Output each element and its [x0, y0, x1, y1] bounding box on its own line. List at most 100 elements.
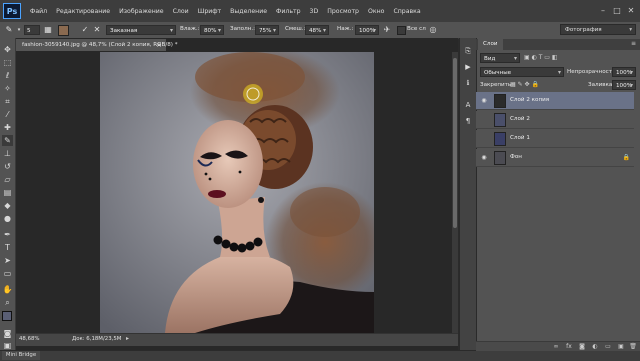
menu-3d[interactable]: 3D [310, 8, 319, 15]
document-tab[interactable]: fashion-3059140.jpg @ 48,7% (Слой 2 копи… [16, 39, 178, 51]
layer-style-icon[interactable]: fx [565, 343, 573, 350]
mixer-brush-tool-icon[interactable]: ✎ [4, 25, 14, 35]
menu-layer[interactable]: Слои [173, 8, 189, 15]
menu-filter[interactable]: Фильтр [276, 8, 300, 15]
visibility-empty-icon[interactable] [480, 135, 488, 143]
opacity-field[interactable]: 100% [612, 67, 636, 78]
marquee-tool-icon[interactable]: ⬚ [2, 57, 13, 68]
layer-thumbnail [494, 94, 506, 108]
paragraph-panel-icon[interactable]: ¶ [463, 116, 473, 126]
current-load-swatch-icon[interactable] [58, 25, 69, 36]
tool-preset-dropdown-icon[interactable]: ▾ [14, 25, 24, 35]
add-mask-icon[interactable]: ◙ [578, 343, 586, 350]
healing-brush-tool-icon[interactable]: ✚ [2, 122, 13, 133]
maximize-button[interactable]: □ [612, 6, 622, 15]
adjustment-layer-icon[interactable]: ◐ [591, 343, 599, 350]
tab-layers[interactable]: Слои [478, 39, 503, 50]
menu-edit[interactable]: Редактирование [56, 8, 110, 15]
blur-tool-icon[interactable]: ◆ [2, 200, 13, 211]
gradient-tool-icon[interactable]: ▤ [2, 187, 13, 198]
flow-field[interactable]: 100% [355, 25, 379, 36]
wet-label: Влаж.: [180, 26, 200, 32]
layers-panel-tabs: Слои ≡ [476, 39, 640, 50]
sample-all-layers-label: Все сл [407, 26, 426, 32]
mix-field[interactable]: 48% [305, 25, 329, 36]
shape-tool-icon[interactable]: ▭ [2, 268, 13, 279]
lock-options-icons[interactable]: ▦ ✎ ✥ 🔒 [510, 81, 539, 88]
menu-help[interactable]: Справка [393, 8, 420, 15]
character-panel-icon[interactable]: A [463, 100, 473, 110]
pen-tool-icon[interactable]: ✒ [2, 229, 13, 240]
foreground-color-swatch[interactable] [2, 311, 12, 321]
visibility-eye-icon[interactable]: ◉ [480, 97, 488, 105]
tools-panel: ✥ ⬚ ℓ ✧ ⌗ ⁄ ✚ ✎ ⊥ ↺ ▱ ▤ ◆ ● ✒ T ➤ ▭ ✋ ⌕ … [0, 38, 16, 350]
crop-tool-icon[interactable]: ⌗ [2, 96, 13, 107]
menu-bar: Ps Файл Редактирование Изображение Слои … [0, 0, 640, 23]
eraser-tool-icon[interactable]: ▱ [2, 174, 13, 185]
load-brush-icon[interactable]: ✓ [80, 25, 90, 35]
fill-field[interactable]: 100% [612, 80, 636, 91]
close-document-icon[interactable]: × [156, 39, 162, 51]
minimize-button[interactable]: – [598, 6, 608, 15]
new-layer-icon[interactable]: ▣ [617, 343, 625, 350]
brush-panel-icon[interactable]: ▦ [43, 25, 53, 35]
menu-file[interactable]: Файл [30, 8, 47, 15]
actions-panel-icon[interactable]: ▶ [463, 62, 473, 72]
menu-window[interactable]: Окно [368, 8, 384, 15]
image-canvas[interactable] [100, 52, 374, 333]
quick-select-tool-icon[interactable]: ✧ [2, 83, 13, 94]
menu-type[interactable]: Шрифт [198, 8, 221, 15]
visibility-eye-icon[interactable]: ◉ [480, 154, 488, 162]
history-panel-icon[interactable]: ⎘ [463, 46, 473, 56]
close-window-button[interactable]: ✕ [626, 6, 636, 15]
layer-thumbnail [494, 151, 506, 165]
clean-brush-icon[interactable]: ✕ [92, 25, 102, 35]
zoom-level[interactable]: 48,68% [19, 336, 40, 342]
properties-panel-icon[interactable]: ℹ [463, 78, 473, 88]
menu-image[interactable]: Изображение [119, 8, 164, 15]
mix-label: Смеш.: [285, 26, 306, 32]
clone-stamp-tool-icon[interactable]: ⊥ [2, 148, 13, 159]
mixer-mode-select[interactable]: Заказная [106, 25, 176, 36]
layer-row[interactable]: Слой 2 [476, 111, 634, 129]
vertical-scrollbar-thumb[interactable] [453, 58, 457, 228]
mini-bridge-tab[interactable]: Mini Bridge [2, 351, 40, 360]
eyedropper-tool-icon[interactable]: ⁄ [2, 109, 13, 120]
load-field[interactable]: 75% [255, 25, 279, 36]
new-group-icon[interactable]: ▭ [604, 343, 612, 350]
layer-row[interactable]: ◉ Слой 2 копия [476, 92, 634, 110]
layer-filter-select[interactable]: Вид [480, 53, 520, 64]
dodge-tool-icon[interactable]: ● [2, 213, 13, 224]
airbrush-icon[interactable]: ✈ [382, 25, 392, 35]
brush-tool-icon[interactable]: ✎ [2, 135, 13, 146]
layer-name: Слой 1 [510, 135, 530, 141]
opacity-label: Непрозрачность: [567, 69, 618, 75]
menu-view[interactable]: Просмотр [327, 8, 359, 15]
workspace-select[interactable]: Фотография [560, 24, 636, 36]
blend-mode-select[interactable]: Обычные [480, 67, 564, 78]
layer-row[interactable]: ◉ Фон 🔒 [476, 149, 634, 167]
layer-name: Слой 2 копия [510, 97, 550, 103]
quick-mask-icon[interactable]: ◙ [2, 328, 13, 339]
link-layers-icon[interactable]: ∞ [552, 343, 560, 350]
layer-thumbnail [494, 113, 506, 127]
panel-menu-icon[interactable]: ≡ [631, 40, 636, 47]
brush-size-field[interactable]: 5 [24, 25, 40, 35]
type-tool-icon[interactable]: T [2, 242, 13, 253]
history-brush-tool-icon[interactable]: ↺ [2, 161, 13, 172]
hand-tool-icon[interactable]: ✋ [2, 284, 13, 295]
lasso-tool-icon[interactable]: ℓ [2, 70, 13, 81]
filter-icons[interactable]: ▣ ◐ T ▭ ◧ [524, 54, 558, 61]
status-bar: 48,68% Док: 6,18M/23,5M ▸ [16, 333, 458, 346]
delete-layer-icon[interactable]: 🗑 [629, 343, 637, 350]
pressure-size-icon[interactable]: ◎ [428, 25, 438, 35]
wet-field[interactable]: 80% [200, 25, 224, 36]
sample-all-layers-checkbox[interactable] [397, 26, 406, 35]
path-select-tool-icon[interactable]: ➤ [2, 255, 13, 266]
move-tool-icon[interactable]: ✥ [2, 44, 13, 55]
menu-select[interactable]: Выделение [230, 8, 267, 15]
layer-row[interactable]: Слой 1 [476, 130, 634, 148]
zoom-tool-icon[interactable]: ⌕ [2, 297, 13, 308]
status-menu-arrow-icon[interactable]: ▸ [126, 335, 129, 342]
visibility-empty-icon[interactable] [480, 116, 488, 124]
